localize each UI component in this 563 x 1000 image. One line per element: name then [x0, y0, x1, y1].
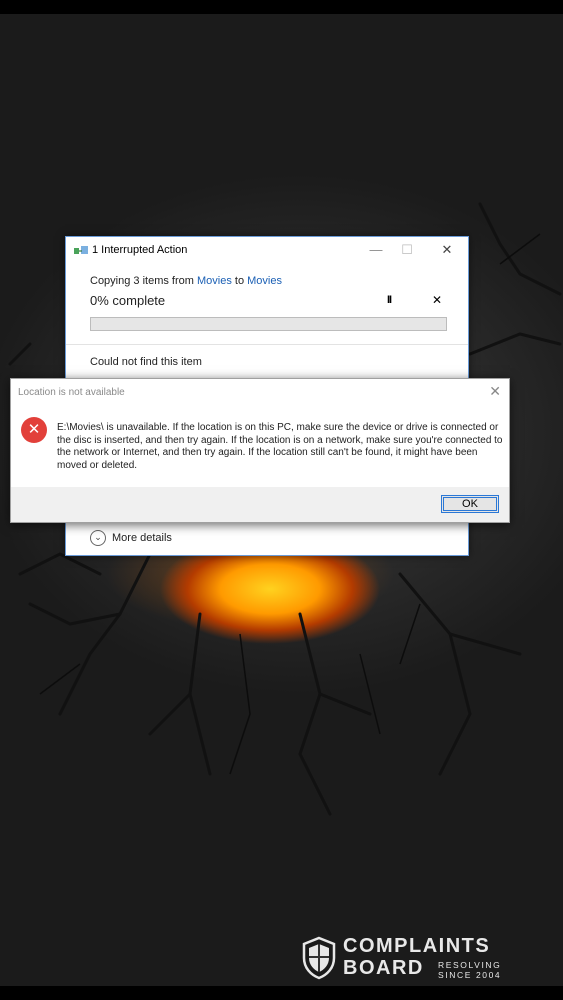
divider: [66, 344, 468, 345]
source-link[interactable]: Movies: [197, 275, 232, 287]
error-dialog-title: Location is not available: [18, 387, 125, 398]
minimize-button[interactable]: —: [366, 241, 386, 259]
error-message: E:\Movies\ is unavailable. If the locati…: [57, 422, 503, 471]
copy-dialog-titlebar[interactable]: 1 Interrupted Action — ☐ ✕: [66, 237, 468, 265]
status-message: Could not find this item: [90, 356, 202, 368]
copying-prefix: Copying 3 items from: [90, 275, 197, 287]
error-close-button[interactable]: ✕: [489, 383, 501, 400]
more-details-label: More details: [112, 531, 172, 544]
watermark-tag1: RESOLVING: [438, 960, 502, 970]
watermark-line1: COMPLAINTS: [343, 935, 491, 957]
ok-button[interactable]: OK: [441, 495, 499, 513]
error-dialog-footer: OK: [11, 487, 509, 522]
progress-bar: [90, 317, 447, 331]
copying-summary: Copying 3 items from Movies to Movies: [90, 275, 282, 287]
cancel-copy-icon[interactable]: ✕: [432, 293, 442, 307]
watermark-tag2: SINCE 2004: [438, 970, 502, 980]
close-button[interactable]: ✕: [437, 241, 457, 259]
more-details-toggle[interactable]: ⌄ More details: [90, 530, 172, 546]
complaints-board-watermark: COMPLAINTS BOARD RESOLVING SINCE 2004: [302, 935, 517, 983]
destination-link[interactable]: Movies: [247, 275, 282, 287]
chevron-down-icon: ⌄: [90, 530, 106, 546]
percent-complete: 0% complete: [90, 293, 166, 308]
bottom-bar: [0, 986, 563, 1000]
pause-icon[interactable]: II: [387, 294, 392, 306]
shield-logo-icon: [302, 936, 336, 980]
location-error-dialog: Location is not available ✕ ✕ E:\Movies\…: [10, 378, 510, 523]
copy-dialog-title: 1 Interrupted Action: [92, 244, 188, 256]
watermark-line2: BOARD: [343, 957, 424, 979]
to-word: to: [231, 275, 248, 287]
file-copy-icon: [74, 246, 88, 254]
top-bar: [0, 0, 563, 14]
maximize-button[interactable]: ☐: [397, 241, 417, 259]
error-icon: ✕: [21, 417, 47, 443]
